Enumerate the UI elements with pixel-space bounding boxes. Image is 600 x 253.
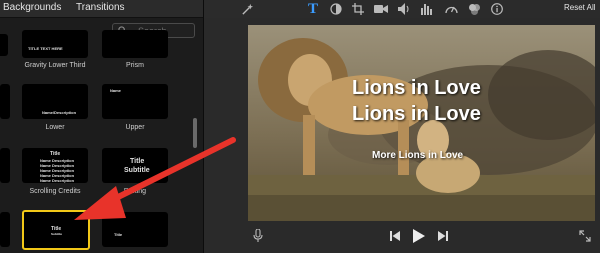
thumbnail-subtitle: Subtitle bbox=[51, 232, 62, 236]
credit-row: Name Description bbox=[40, 178, 75, 183]
play-icon[interactable] bbox=[412, 228, 426, 243]
title-thumbnail-prism[interactable] bbox=[102, 30, 168, 58]
thumbnail-text: Name bbox=[110, 88, 121, 93]
viewer-pane: T Reset All Lions in Love Lions in Love … bbox=[204, 0, 600, 253]
text-icon[interactable]: T bbox=[306, 1, 320, 17]
title-label: Gravity Lower Third bbox=[24, 62, 86, 69]
magic-wand-icon[interactable] bbox=[240, 2, 254, 16]
tab-backgrounds[interactable]: Backgrounds bbox=[3, 2, 61, 13]
title-thumbnail-lower[interactable]: Name/Description bbox=[22, 84, 88, 119]
title-thumbnail-partial[interactable] bbox=[0, 148, 10, 183]
volume-icon[interactable] bbox=[397, 2, 411, 16]
thumbnail-title: Title bbox=[50, 151, 61, 157]
titles-browser: Backgrounds Transitions TITLE TEXT HERE … bbox=[0, 0, 203, 253]
color-balance-icon[interactable] bbox=[329, 2, 343, 16]
title-thumbnail-gravity-lower-third[interactable] bbox=[0, 34, 8, 56]
skip-back-icon[interactable] bbox=[389, 230, 401, 242]
microphone-icon[interactable] bbox=[252, 229, 264, 243]
skip-forward-icon[interactable] bbox=[437, 230, 449, 242]
video-subtitle[interactable]: More Lions in Love bbox=[372, 150, 463, 161]
tab-transitions[interactable]: Transitions bbox=[76, 2, 125, 13]
camera-icon[interactable] bbox=[374, 2, 388, 16]
video-preview[interactable]: Lions in Love Lions in Love More Lions i… bbox=[248, 25, 595, 221]
title-label: Scrolling Credits bbox=[29, 188, 81, 195]
equalizer-icon[interactable] bbox=[420, 2, 434, 16]
info-icon[interactable] bbox=[490, 2, 504, 16]
thumbnail-text: Title bbox=[114, 232, 123, 237]
title-label: Drifting bbox=[123, 188, 147, 195]
title-thumbnail-partial[interactable] bbox=[0, 84, 10, 119]
title-thumbnail[interactable]: Title bbox=[102, 212, 168, 247]
filter-icon[interactable] bbox=[467, 2, 481, 16]
speed-icon[interactable] bbox=[444, 2, 458, 16]
adjustments-toolbar: T Reset All bbox=[204, 0, 600, 18]
title-thumbnail-partial[interactable] bbox=[0, 212, 10, 247]
title-label: Upper bbox=[125, 124, 145, 131]
fullscreen-icon[interactable] bbox=[578, 229, 592, 243]
title-thumbnail-gravity-lower-third[interactable]: TITLE TEXT HERE bbox=[22, 30, 88, 58]
video-title-line-2[interactable]: Lions in Love bbox=[352, 103, 481, 126]
thumbnail-text: TITLE TEXT HERE bbox=[28, 46, 63, 51]
thumbnail-title: Title bbox=[130, 158, 145, 165]
title-thumbnail-upper[interactable]: Name bbox=[102, 84, 168, 119]
title-thumbnail-selected[interactable]: Title Subtitle bbox=[22, 210, 90, 250]
title-thumbnail-scrolling-credits[interactable]: Title Name Description Name Description … bbox=[22, 148, 88, 183]
reset-all-button[interactable]: Reset All bbox=[564, 3, 596, 12]
title-label: Prism bbox=[126, 62, 144, 69]
thumbnail-subtitle: Subtitle bbox=[124, 167, 150, 174]
browser-tab-bar: Backgrounds Transitions bbox=[0, 0, 203, 18]
browser-scrollbar[interactable] bbox=[193, 118, 197, 148]
title-thumbnail-drifting[interactable]: Title Subtitle bbox=[102, 148, 168, 183]
video-title-line-1[interactable]: Lions in Love bbox=[352, 77, 481, 100]
crop-icon[interactable] bbox=[351, 2, 365, 16]
thumbnail-text: Name/Description bbox=[42, 110, 77, 115]
title-label: Lower bbox=[45, 124, 65, 131]
